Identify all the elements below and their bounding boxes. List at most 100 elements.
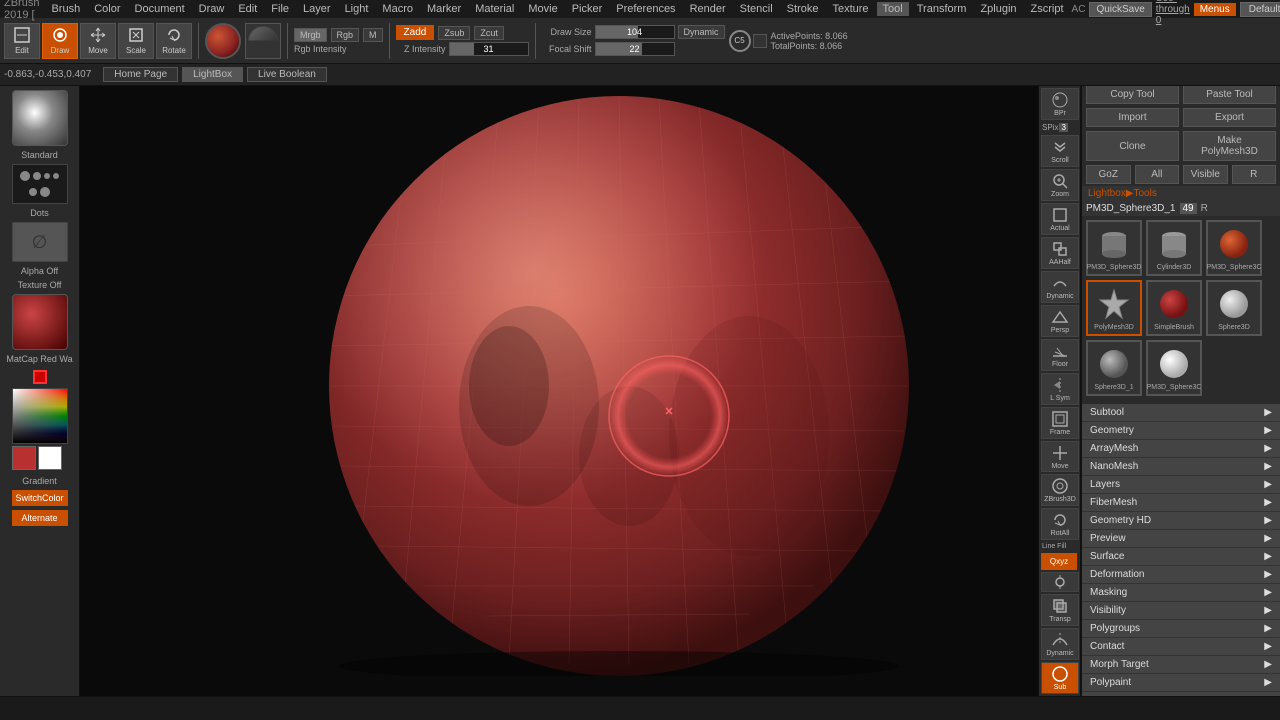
section-geometry-hd[interactable]: Geometry HD▶ bbox=[1082, 512, 1280, 530]
menu-layer[interactable]: Layer bbox=[297, 2, 337, 16]
quicksave-button[interactable]: QuickSave bbox=[1089, 2, 1151, 17]
lightbox-tab[interactable]: LightBox bbox=[182, 67, 243, 82]
matcap-toggle[interactable] bbox=[245, 23, 281, 59]
menu-tool[interactable]: Tool bbox=[877, 2, 909, 16]
make-polymesh-button[interactable]: Make PolyMesh3D bbox=[1183, 131, 1276, 161]
section-geometry[interactable]: Geometry▶ bbox=[1082, 422, 1280, 440]
copy-tool-button[interactable]: Copy Tool bbox=[1086, 85, 1179, 104]
menu-zplugin[interactable]: Zplugin bbox=[974, 2, 1022, 16]
menu-edit[interactable]: Edit bbox=[232, 2, 263, 16]
menu-file[interactable]: File bbox=[265, 2, 295, 16]
menu-transform[interactable]: Transform bbox=[911, 2, 973, 16]
move-canvas-button[interactable]: Move bbox=[1041, 441, 1079, 473]
visible-button[interactable]: Visible bbox=[1183, 165, 1228, 184]
section-layers[interactable]: Layers▶ bbox=[1082, 476, 1280, 494]
homepage-tab[interactable]: Home Page bbox=[103, 67, 178, 82]
tool-thumb-2[interactable]: PM3D_Sphere3C bbox=[1206, 220, 1262, 276]
rotate-button[interactable]: Rotate bbox=[156, 23, 192, 59]
tool-thumb-3[interactable]: PolyMesh3D bbox=[1086, 280, 1142, 336]
menu-light[interactable]: Light bbox=[339, 2, 375, 16]
tool-thumb-7[interactable]: PM3D_Sphere3C bbox=[1146, 340, 1202, 396]
dynamic-canvas-button[interactable]: Dynamic bbox=[1041, 271, 1079, 303]
section-contact[interactable]: Contact▶ bbox=[1082, 638, 1280, 656]
section-nanomesh[interactable]: NanoMesh▶ bbox=[1082, 458, 1280, 476]
menus-button[interactable]: Menus bbox=[1194, 3, 1236, 16]
foreground-color-swatch[interactable] bbox=[12, 446, 36, 470]
menu-color[interactable]: Color bbox=[88, 2, 126, 16]
import-button[interactable]: Import bbox=[1086, 108, 1179, 127]
menu-stencil[interactable]: Stencil bbox=[734, 2, 779, 16]
menu-draw[interactable]: Draw bbox=[193, 2, 231, 16]
menu-picker[interactable]: Picker bbox=[566, 2, 609, 16]
defaultzscript-button[interactable]: DefaultZScript bbox=[1240, 2, 1280, 17]
symmetry-icon[interactable]: C5 bbox=[729, 30, 751, 52]
zoom-button[interactable]: Zoom bbox=[1041, 169, 1079, 201]
section-fibermesh[interactable]: FiberMesh▶ bbox=[1082, 494, 1280, 512]
menu-movie[interactable]: Movie bbox=[522, 2, 563, 16]
menu-macro[interactable]: Macro bbox=[376, 2, 419, 16]
all-button[interactable]: All bbox=[1135, 165, 1180, 184]
tool-thumb-0[interactable]: PM3D_Sphere3D bbox=[1086, 220, 1142, 276]
dynamic2-button[interactable]: Dynamic bbox=[1041, 628, 1079, 660]
stroke-preview[interactable] bbox=[12, 164, 68, 204]
alpha-preview[interactable]: ∅ bbox=[12, 222, 68, 262]
section-arraymesh[interactable]: ArrayMesh▶ bbox=[1082, 440, 1280, 458]
aahalf-button[interactable]: AAHalf bbox=[1041, 237, 1079, 269]
frame-button[interactable]: Frame bbox=[1041, 407, 1079, 439]
section-polypaint[interactable]: Polypaint▶ bbox=[1082, 674, 1280, 692]
tool-thumb-4[interactable]: SimpleBrush bbox=[1146, 280, 1202, 336]
switchcolor-button[interactable]: SwitchColor bbox=[12, 490, 68, 506]
floor-button[interactable]: Floor bbox=[1041, 339, 1079, 371]
background-color-swatch[interactable] bbox=[38, 446, 62, 470]
alternate-button[interactable]: Alternate bbox=[12, 510, 68, 526]
menu-marker[interactable]: Marker bbox=[421, 2, 467, 16]
tool-thumb-5[interactable]: Sphere3D bbox=[1206, 280, 1262, 336]
menu-material[interactable]: Material bbox=[469, 2, 520, 16]
lightbox-tools-header[interactable]: Lightbox▶Tools bbox=[1082, 186, 1280, 201]
menu-preferences[interactable]: Preferences bbox=[610, 2, 681, 16]
section-surface[interactable]: Surface▶ bbox=[1082, 548, 1280, 566]
menu-document[interactable]: Document bbox=[129, 2, 191, 16]
dynamic-button[interactable]: Dynamic bbox=[678, 25, 725, 39]
snap-button[interactable] bbox=[1041, 572, 1079, 592]
zsub-button[interactable]: Zsub bbox=[438, 26, 470, 40]
section-masking[interactable]: Masking▶ bbox=[1082, 584, 1280, 602]
menu-zscript[interactable]: Zscript bbox=[1025, 2, 1070, 16]
scroll-button[interactable]: Scroll bbox=[1041, 135, 1079, 167]
live-boolean-tab[interactable]: Live Boolean bbox=[247, 67, 327, 82]
persp-button[interactable]: Persp bbox=[1041, 305, 1079, 337]
symmetry-extra-icon[interactable] bbox=[753, 34, 767, 48]
zbrush3d-button[interactable]: ZBrush3D bbox=[1041, 474, 1079, 506]
goz-button[interactable]: GoZ bbox=[1086, 165, 1131, 184]
r-button[interactable]: R bbox=[1232, 165, 1277, 184]
actual-button[interactable]: Actual bbox=[1041, 203, 1079, 235]
color-square[interactable] bbox=[12, 388, 68, 444]
focal-shift-slider[interactable]: 22 bbox=[595, 42, 675, 56]
bpr-button[interactable]: BPr bbox=[1041, 88, 1079, 120]
material-preview-sphere[interactable] bbox=[205, 23, 241, 59]
transp-button[interactable]: Transp bbox=[1041, 594, 1079, 626]
m-toggle[interactable]: M bbox=[363, 28, 383, 42]
section-polygroups[interactable]: Polygroups▶ bbox=[1082, 620, 1280, 638]
menu-render[interactable]: Render bbox=[684, 2, 732, 16]
section-deformation[interactable]: Deformation▶ bbox=[1082, 566, 1280, 584]
section-visibility[interactable]: Visibility▶ bbox=[1082, 602, 1280, 620]
sub-button[interactable]: Sub bbox=[1041, 662, 1079, 694]
menu-stroke[interactable]: Stroke bbox=[781, 2, 825, 16]
clone-button[interactable]: Clone bbox=[1086, 131, 1179, 161]
scale-button[interactable]: Scale bbox=[118, 23, 154, 59]
export-button[interactable]: Export bbox=[1183, 108, 1276, 127]
section-preview[interactable]: Preview▶ bbox=[1082, 530, 1280, 548]
menu-brush[interactable]: Brush bbox=[45, 2, 86, 16]
tool-thumb-1[interactable]: Cylinder3D bbox=[1146, 220, 1202, 276]
z-intensity-slider[interactable]: 31 bbox=[449, 42, 529, 56]
paste-tool-button[interactable]: Paste Tool bbox=[1183, 85, 1276, 104]
draw-button[interactable]: Draw bbox=[42, 23, 78, 59]
section-morph-target[interactable]: Morph Target▶ bbox=[1082, 656, 1280, 674]
move-button[interactable]: Move bbox=[80, 23, 116, 59]
section-subtool[interactable]: Subtool▶ bbox=[1082, 404, 1280, 422]
rgb-toggle[interactable]: Rgb bbox=[331, 28, 360, 42]
edit-button[interactable]: Edit bbox=[4, 23, 40, 59]
matcap-preview[interactable] bbox=[12, 294, 68, 350]
tool-thumb-6[interactable]: Sphere3D_1 bbox=[1086, 340, 1142, 396]
